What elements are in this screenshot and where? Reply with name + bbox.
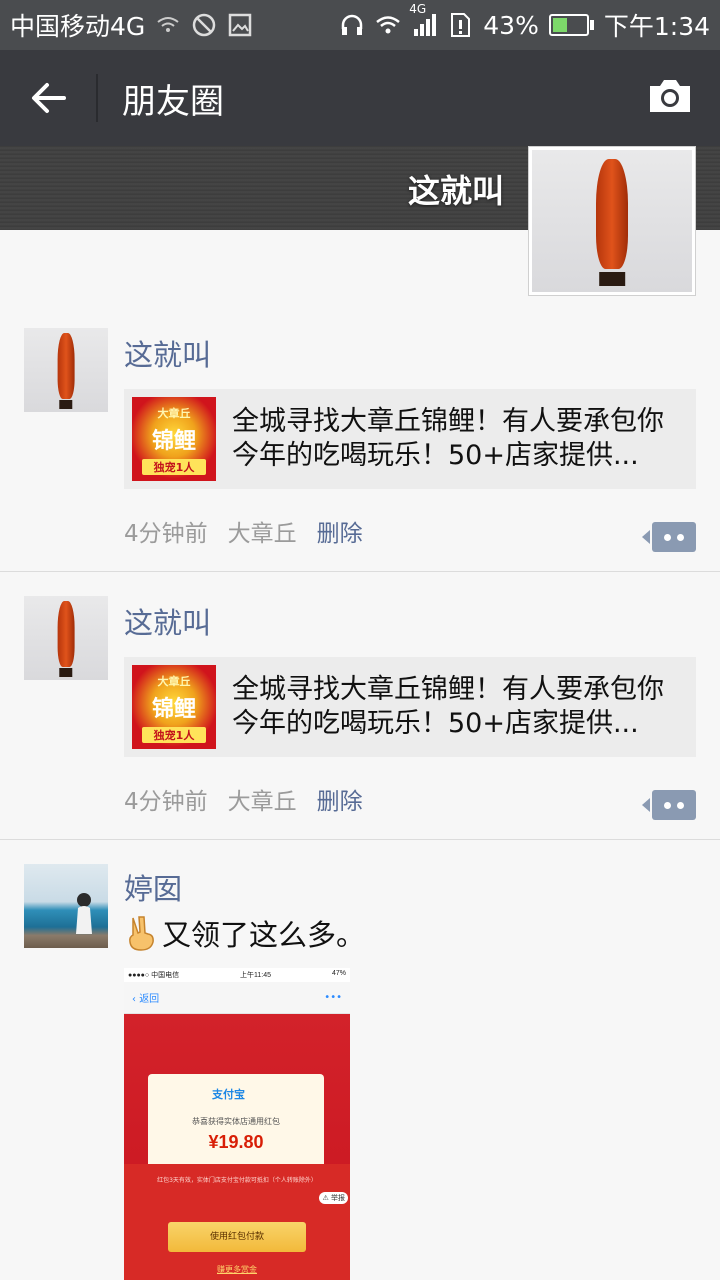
link-thumbnail: 大章丘 锦鲤 独宠1人 [132, 397, 216, 481]
wifi-hotspot-icon [157, 17, 179, 32]
image-more-link: 赚更多赏金 [217, 1265, 257, 1274]
comment-button[interactable] [642, 790, 696, 820]
image-more-icon: ••• [324, 992, 342, 1003]
image-time: 上午11:45 [240, 972, 272, 979]
thumb-bottom-text: 独宠1人 [142, 459, 206, 475]
post-location[interactable]: 大章丘 [228, 514, 297, 548]
image-report-badge: ⚠ 举报 [319, 1192, 348, 1204]
image-red-packet-bg: 支付宝 恭喜获得实体店通用红包 ¥19.80 红包3天有效，实体门店支付宝付款可… [124, 1014, 350, 1280]
image-back-label: ‹ 返回 [132, 994, 160, 1005]
post-image[interactable]: ●●●●○ 中国电信 上午11:45 47% ‹ 返回 ••• 支付宝 恭喜获得… [124, 968, 350, 1280]
carrier-label: 中国移动4G [10, 12, 146, 41]
post-nickname[interactable]: 这就叫 [124, 600, 211, 642]
moment-post: 这就叫 大章丘 锦鲤 独宠1人 全城寻找大章丘锦鲤！有人要承包你今年的吃喝玩乐！… [0, 300, 720, 572]
battery-percent: 43% [483, 10, 539, 40]
dot-icon [664, 534, 671, 541]
link-card[interactable]: 大章丘 锦鲤 独宠1人 全城寻找大章丘锦鲤！有人要承包你今年的吃喝玩乐！50+店… [124, 657, 696, 757]
post-text: 又领了这么多。 [124, 912, 365, 954]
person-silhouette-icon [76, 893, 92, 934]
page-title: 朋友圈 [122, 81, 224, 122]
battery-icon [548, 14, 594, 36]
victory-hand-icon [129, 916, 154, 951]
post-nickname[interactable]: 这就叫 [124, 332, 211, 374]
headphones-icon [342, 14, 363, 35]
dot-icon [677, 534, 684, 541]
delete-link[interactable]: 删除 [317, 782, 363, 816]
sim-alert-icon [451, 13, 471, 37]
image-note: 红包3天有效，实体门店支付宝付款可抵扣（个人转账除外） [157, 1177, 317, 1184]
post-location[interactable]: 大章丘 [228, 782, 297, 816]
wifi-icon [376, 16, 401, 34]
alipay-logo: 支付宝 [212, 1088, 245, 1101]
post-text-content: 又领了这么多。 [162, 918, 366, 952]
image-subtitle: 恭喜获得实体店通用红包 [192, 1117, 280, 1126]
arrow-left-icon [32, 83, 66, 113]
delete-link[interactable]: 删除 [317, 514, 363, 548]
post-nickname[interactable]: 婷囡 [124, 866, 182, 908]
no-disturb-icon [193, 13, 216, 37]
comment-button[interactable] [642, 522, 696, 552]
clock: 下午1:34 [603, 12, 710, 41]
post-time: 4分钟前 [124, 521, 208, 547]
gallery-icon [229, 13, 252, 37]
image-battery: 47% [331, 970, 346, 977]
avatar[interactable] [24, 328, 108, 412]
camera-button[interactable] [646, 76, 694, 120]
thumb-bottom-text: 独宠1人 [142, 727, 206, 743]
link-title: 全城寻找大章丘锦鲤！有人要承包你今年的吃喝玩乐！50+店家提供... [232, 674, 664, 739]
dot-icon [664, 802, 671, 809]
thumb-top-text: 大章丘 [157, 407, 191, 420]
image-carrier: ●●●●○ 中国电信 [128, 972, 180, 979]
title-divider [96, 74, 98, 122]
thumb-main-text: 锦鲤 [151, 429, 196, 454]
title-bar: 朋友圈 [0, 50, 720, 146]
image-use-button: 使用红包付款 [168, 1222, 306, 1252]
thumb-main-text: 锦鲤 [151, 697, 196, 722]
camera-icon [650, 80, 690, 112]
cover-avatar[interactable] [528, 146, 696, 296]
back-button[interactable] [0, 50, 96, 146]
post-time: 4分钟前 [124, 789, 208, 815]
link-thumbnail: 大章丘 锦鲤 独宠1人 [132, 665, 216, 749]
link-title: 全城寻找大章丘锦鲤！有人要承包你今年的吃喝玩乐！50+店家提供... [232, 406, 664, 471]
post-meta: 4分钟前 大章丘 删除 [124, 782, 363, 816]
image-status-bar: ●●●●○ 中国电信 上午11:45 47% [124, 968, 350, 982]
image-nav-bar: ‹ 返回 ••• [124, 982, 350, 1014]
thumb-top-text: 大章丘 [157, 675, 191, 688]
cover-user-name: 这就叫 [407, 172, 504, 210]
link-card[interactable]: 大章丘 锦鲤 独宠1人 全城寻找大章丘锦鲤！有人要承包你今年的吃喝玩乐！50+店… [124, 389, 696, 489]
image-back-text: 返回 [139, 994, 160, 1005]
image-amount: ¥19.80 [208, 1132, 264, 1152]
moment-post: 这就叫 大章丘 锦鲤 独宠1人 全城寻找大章丘锦鲤！有人要承包你今年的吃喝玩乐！… [0, 572, 720, 840]
avatar[interactable] [24, 864, 108, 948]
image-report-text: 举报 [331, 1194, 345, 1202]
network-badge: 4G [409, 2, 427, 16]
status-bar: 中国移动4G 4G 43% 下午1:34 [0, 0, 720, 50]
post-meta: 4分钟前 大章丘 删除 [124, 514, 363, 548]
avatar[interactable] [24, 596, 108, 680]
dot-icon [677, 802, 684, 809]
